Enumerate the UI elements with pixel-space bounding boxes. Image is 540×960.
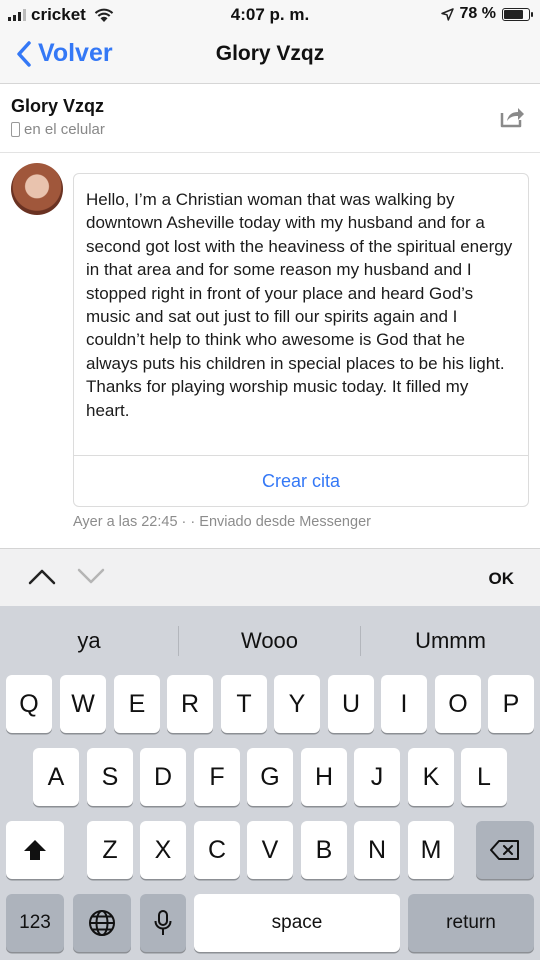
key-s[interactable]: S [87, 748, 133, 806]
key-x[interactable]: X [140, 821, 186, 879]
key-e[interactable]: E [114, 675, 160, 733]
key-k[interactable]: K [408, 748, 454, 806]
create-appointment-button[interactable]: Crear cita [74, 456, 528, 507]
key-g[interactable]: G [247, 748, 293, 806]
suggestion-bar: ya Wooo Ummm [0, 606, 540, 672]
key-m[interactable]: M [408, 821, 454, 879]
key-d[interactable]: D [140, 748, 186, 806]
message-meta: Ayer a las 22:45 · · Enviado desde Messe… [73, 514, 371, 530]
battery-icon [502, 7, 533, 21]
key-n[interactable]: N [354, 821, 400, 879]
nav-title: Glory Vzqz [215, 42, 325, 65]
contact-status-label: en el celular [24, 121, 105, 138]
ok-button[interactable]: OK [489, 569, 515, 589]
contact-name: Glory Vzqz [11, 96, 105, 116]
phone-icon [11, 122, 20, 137]
globe-icon [89, 910, 115, 936]
shift-arrow-icon [24, 840, 46, 860]
share-icon[interactable] [498, 103, 526, 129]
key-q[interactable]: Q [6, 675, 52, 733]
suggestion-item[interactable]: ya [0, 606, 178, 672]
status-bar-right: 78 % [440, 5, 533, 23]
key-j[interactable]: J [354, 748, 400, 806]
key-p[interactable]: P [488, 675, 534, 733]
location-arrow-icon [440, 7, 454, 21]
message-area: Hello, I’m a Christian woman that was wa… [0, 153, 540, 548]
key-c[interactable]: C [194, 821, 240, 879]
key-o[interactable]: O [435, 675, 481, 733]
keyboard-accessory-bar: OK [0, 548, 540, 606]
avatar[interactable] [11, 163, 63, 215]
key-z[interactable]: Z [87, 821, 133, 879]
globe-key[interactable] [73, 894, 131, 952]
key-f[interactable]: F [194, 748, 240, 806]
chevron-down-icon[interactable] [77, 567, 105, 585]
key-i[interactable]: I [381, 675, 427, 733]
message-text: Hello, I’m a Christian woman that was wa… [86, 190, 513, 420]
key-y[interactable]: Y [274, 675, 320, 733]
shift-key[interactable] [6, 821, 64, 879]
dictation-key[interactable] [140, 894, 186, 952]
suggestion-item[interactable]: Ummm [361, 606, 540, 672]
key-h[interactable]: H [301, 748, 347, 806]
backspace-key[interactable] [476, 821, 534, 879]
key-w[interactable]: W [60, 675, 106, 733]
suggestion-item[interactable]: Wooo [179, 606, 360, 672]
message-bubble: Hello, I’m a Christian woman that was wa… [73, 173, 529, 507]
keyboard: ya Wooo Ummm Q W E R T Y U I O P A S D F… [0, 606, 540, 960]
battery-percent: 78 % [459, 5, 496, 22]
contact-header: Glory Vzqz en el celular [0, 85, 540, 153]
numbers-key[interactable]: 123 [6, 894, 64, 952]
key-a[interactable]: A [33, 748, 79, 806]
microphone-icon [154, 910, 172, 935]
contact-status: en el celular [11, 121, 105, 138]
return-key[interactable]: return [408, 894, 534, 952]
space-key[interactable]: space [194, 894, 400, 952]
status-bar: cricket 4:07 p. m. 78 % [0, 0, 540, 30]
key-t[interactable]: T [221, 675, 267, 733]
chevron-up-icon[interactable] [28, 567, 56, 585]
key-u[interactable]: U [328, 675, 374, 733]
key-v[interactable]: V [247, 821, 293, 879]
navigation-bar: Volver Glory Vzqz [0, 30, 540, 84]
backspace-icon [490, 840, 519, 860]
key-r[interactable]: R [167, 675, 213, 733]
key-b[interactable]: B [301, 821, 347, 879]
key-l[interactable]: L [461, 748, 507, 806]
